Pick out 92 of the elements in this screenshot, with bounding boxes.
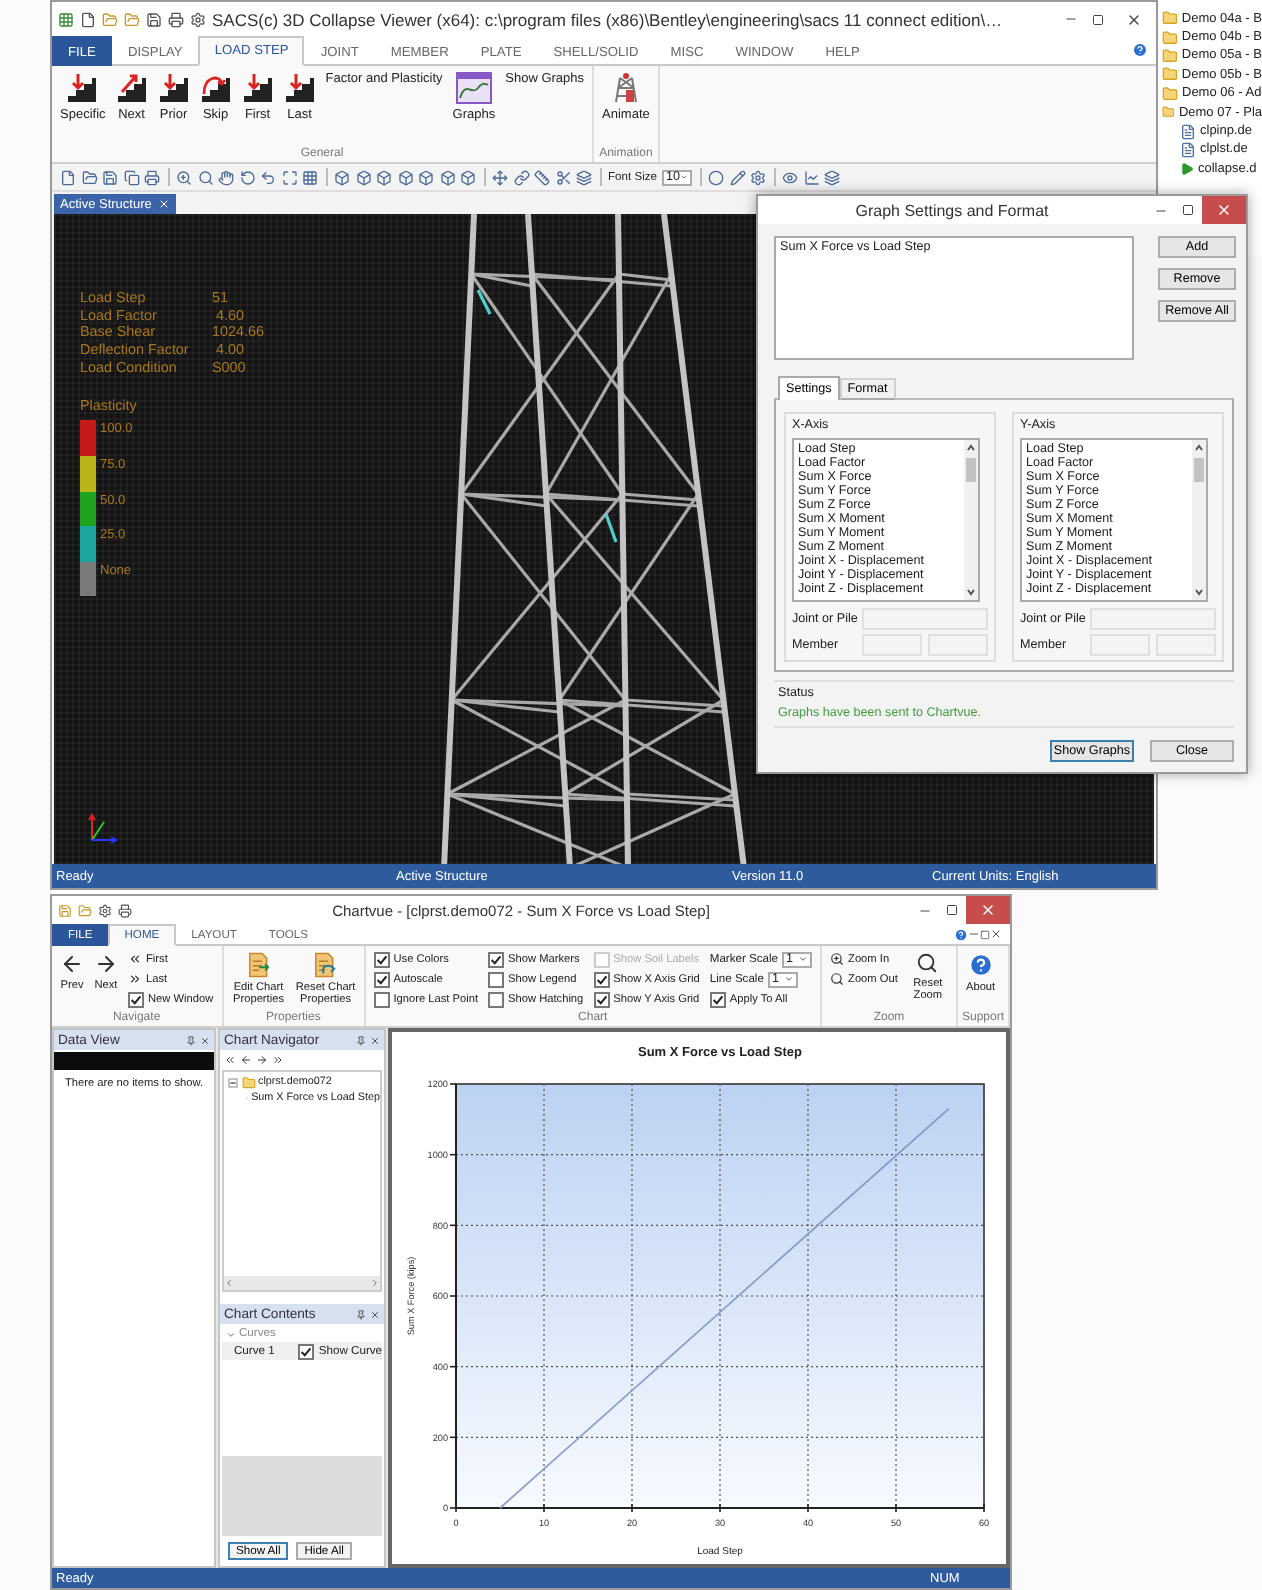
help-icon <box>1132 42 1148 58</box>
close-icon <box>990 928 1002 940</box>
checkmark-icon <box>300 1345 313 1357</box>
layers-icon <box>824 169 840 185</box>
stairs-arrow-icon <box>241 72 274 104</box>
pin-icon <box>356 1035 366 1045</box>
maximize-icon <box>946 904 958 916</box>
pin-icon <box>186 1035 196 1045</box>
minimize-icon <box>968 928 980 940</box>
settings-icon <box>190 11 206 27</box>
close-icon <box>157 198 170 210</box>
dialog-title: Graph Settings and Format <box>853 201 1051 219</box>
zoom-in-icon <box>176 169 192 185</box>
double-chevron-left-icon <box>224 1054 236 1066</box>
double-chevron-right-icon <box>272 1054 284 1066</box>
cube-icon <box>418 169 434 185</box>
play-icon <box>1180 161 1194 176</box>
cube-icon <box>439 169 455 185</box>
collapse-icon[interactable] <box>228 1077 238 1087</box>
fit-view-icon <box>281 169 297 185</box>
save-icon <box>146 11 162 27</box>
maximize-icon <box>1182 204 1194 216</box>
ruler-icon <box>534 169 550 185</box>
rotate-icon <box>239 169 255 185</box>
cube-icon <box>334 169 350 185</box>
arrow-right-icon <box>256 1054 268 1066</box>
arrow-right-icon <box>94 952 118 976</box>
chevron-right-icon <box>370 1278 380 1288</box>
close-icon <box>1126 11 1142 27</box>
horizontal-scrollbar[interactable] <box>224 1276 380 1290</box>
stairs-arrow-icon <box>283 72 316 104</box>
scrollbar-icon <box>964 440 978 600</box>
app-icon <box>58 11 74 27</box>
copy-icon <box>123 169 139 185</box>
undo-icon <box>260 169 276 185</box>
axis-triad-icon <box>86 812 118 844</box>
stairs-arrow-icon <box>199 72 232 104</box>
cube-icon <box>397 169 413 185</box>
chart-window-icon <box>455 72 492 104</box>
axes-icon <box>492 169 508 185</box>
hand-icon <box>218 169 234 185</box>
search-icon <box>916 952 939 974</box>
restore-icon <box>980 929 990 939</box>
stairs-arrow-icon <box>66 72 99 104</box>
grid-icon <box>302 169 318 185</box>
new-file-icon <box>60 169 76 185</box>
close-icon <box>1216 202 1232 218</box>
open-folder-icon <box>81 169 97 185</box>
double-chevron-right-icon <box>128 972 142 986</box>
double-chevron-left-icon <box>128 952 142 966</box>
new-file-icon <box>80 11 96 27</box>
stairs-arrow-icon <box>157 72 190 104</box>
print-icon <box>168 11 184 27</box>
cube-icon <box>376 169 392 185</box>
scrollbar-icon <box>1192 440 1206 600</box>
window-title: SACS(c) 3D Collapse Viewer (x64): c:\program files (x86)\Bentley\engineering\sacs 11 connect edition\… <box>212 9 1005 29</box>
search-icon <box>197 169 213 185</box>
print-icon <box>118 903 132 917</box>
eye-icon <box>782 169 798 185</box>
checkmark-icon <box>490 953 503 965</box>
document-arrow-icon <box>247 952 270 978</box>
scissors-icon <box>555 169 571 185</box>
tower-icon <box>611 72 640 104</box>
cube-icon <box>460 169 476 185</box>
checkmark-icon <box>711 993 724 1005</box>
close-icon <box>980 902 996 918</box>
settings-icon <box>750 169 766 185</box>
zoom-in-icon <box>830 952 845 966</box>
chevron-left-icon <box>224 1278 234 1288</box>
magnifier-icon <box>830 972 845 986</box>
save-icon <box>102 169 118 185</box>
arrow-left-icon <box>60 952 84 976</box>
pin-icon <box>356 1309 366 1319</box>
print-icon <box>144 169 160 185</box>
collapse-icon <box>226 1329 236 1339</box>
checkmark-icon <box>130 993 142 1005</box>
stairs-arrow-icon <box>115 72 148 104</box>
link-icon <box>513 169 529 185</box>
help-icon <box>967 952 994 978</box>
folder-icon <box>241 1075 255 1089</box>
layers-icon <box>576 169 592 185</box>
save-icon <box>58 903 72 917</box>
open-folder-icon <box>78 903 92 917</box>
circle-icon <box>708 169 724 185</box>
maximize-icon <box>1092 13 1104 25</box>
minimize-icon <box>1063 12 1077 26</box>
settings-icon <box>98 903 112 917</box>
cube-icon <box>355 169 371 185</box>
arrow-left-icon <box>240 1054 252 1066</box>
pencil-icon <box>729 169 745 185</box>
chart-icon <box>803 169 819 185</box>
document-undo-icon <box>314 952 337 978</box>
